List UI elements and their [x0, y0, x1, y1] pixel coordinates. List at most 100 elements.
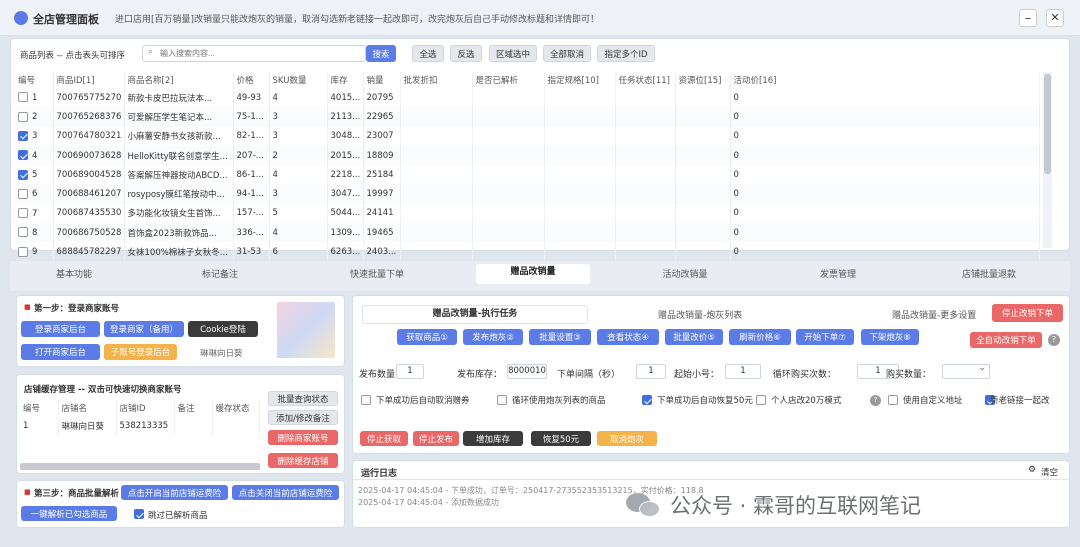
bottom-action-button[interactable]: 恢复50元: [531, 431, 591, 446]
select-all-button[interactable]: 全选: [412, 45, 444, 62]
field-input[interactable]: 8000010: [507, 364, 547, 379]
open-backend-button[interactable]: 打开商家后台: [21, 344, 100, 360]
parse-checked-button[interactable]: 一键解析已勾选商品: [21, 506, 117, 521]
field-input[interactable]: 1: [396, 364, 424, 379]
row-checkbox[interactable]: [18, 150, 28, 161]
bottom-action-button[interactable]: 增加库存: [463, 431, 523, 446]
table-row[interactable]: 1 700765775270 新款卡皮巴拉玩法本... 49-93 4 4015... 20…: [15, 88, 1040, 108]
search-input[interactable]: [160, 47, 360, 60]
field-input[interactable]: ⌄: [942, 363, 990, 379]
edit-note-button[interactable]: 添加/修改备注: [268, 410, 338, 425]
login-backup-button[interactable]: 登录商家（备用）: [104, 321, 184, 337]
delete-account-button[interactable]: 删除商家账号: [268, 430, 338, 445]
row-checkbox[interactable]: [18, 246, 28, 257]
row-checkbox[interactable]: [18, 227, 28, 238]
cookie-login-button[interactable]: Cookie登陆: [188, 321, 258, 337]
invert-select-button[interactable]: 反选: [450, 45, 482, 62]
row-checkbox[interactable]: [18, 188, 28, 199]
row-checkbox[interactable]: [18, 208, 28, 219]
close-button[interactable]: ✕: [1046, 9, 1064, 27]
specify-ids-button[interactable]: 指定多个ID: [597, 45, 655, 62]
col-no[interactable]: 编号: [15, 72, 54, 88]
subtab-more-settings[interactable]: 赠品改销量-更多设置: [892, 308, 976, 321]
enable-insurance-button[interactable]: 点击开启当前店铺运费险: [121, 485, 228, 500]
table-row[interactable]: 8 700686750528 首饰盒2023新款饰品... 336-... 4 1309.…: [15, 223, 1040, 243]
tab-activity-sales[interactable]: 活动改销量: [630, 267, 740, 280]
option-checkbox[interactable]: [756, 395, 766, 405]
table-scrollbar[interactable]: [1043, 72, 1052, 248]
cache-row[interactable]: 1 琳琳向日葵 538213335: [20, 416, 260, 436]
table-header[interactable]: 编号 商品ID[1] 商品名称[2] 价格 SKU数量 库存 销量 批发折扣 是…: [15, 72, 1040, 88]
bottom-action-button[interactable]: 停止发布: [413, 431, 459, 446]
row-checkbox[interactable]: [18, 92, 28, 103]
col-spec[interactable]: 指定规格[10]: [544, 72, 616, 88]
row-checkbox[interactable]: [18, 130, 28, 141]
batch-query-button[interactable]: 批量查询状态: [268, 391, 338, 406]
bottom-action-button[interactable]: 停止获取: [360, 431, 408, 446]
disable-insurance-button[interactable]: 点击关闭当前店铺运费险: [232, 485, 339, 500]
action-button[interactable]: 查看状态④: [597, 329, 659, 345]
col-id[interactable]: 商品ID[1]: [53, 72, 125, 88]
range-select-button[interactable]: 区域选中: [489, 45, 537, 62]
search-box[interactable]: ⌕: [142, 45, 366, 62]
option-checkbox[interactable]: [361, 395, 371, 405]
scrollbar-thumb[interactable]: [1044, 74, 1051, 174]
col-promo-price[interactable]: 活动价[16]: [730, 72, 1040, 88]
option-checkbox[interactable]: [888, 395, 898, 405]
col-sales[interactable]: 销量: [363, 72, 401, 88]
clear-log-button[interactable]: 清空: [1041, 466, 1058, 478]
col-task-status[interactable]: 任务状态[11]: [615, 72, 676, 88]
delete-cache-button[interactable]: 删除缓存店铺: [268, 453, 338, 468]
subtab-execute[interactable]: 赠品改销量-执行任务: [362, 305, 588, 324]
option-help-icon[interactable]: ?: [870, 395, 881, 406]
table-row[interactable]: 2 700765268376 可爱解压学生笔记本... 75-1... 3 2113...…: [15, 107, 1040, 127]
table-row[interactable]: 4 700690073628 HelloKitty联名创意学生... 207-... 2…: [15, 145, 1040, 166]
col-name[interactable]: 商品名称[2]: [124, 72, 234, 88]
col-sku[interactable]: SKU数量: [269, 72, 328, 88]
cache-scrollbar[interactable]: [20, 463, 260, 470]
action-button[interactable]: 发布炮灰②: [463, 329, 523, 345]
col-stock[interactable]: 库存: [327, 72, 364, 88]
tab-gift-sales[interactable]: 赠品改销量: [476, 264, 590, 284]
action-button[interactable]: 批量设置③: [529, 329, 591, 345]
table-row[interactable]: 5 700689004528 答案解压神器按动ABCD... 86-1... 4 2218…: [15, 165, 1040, 185]
table-row[interactable]: 7 700687435530 多功能化妆镜女生首饰... 157-... 5 5044..…: [15, 203, 1040, 224]
action-button[interactable]: 下架炮灰⑧: [861, 329, 919, 345]
cache-col-id[interactable]: 店铺ID: [116, 400, 175, 416]
action-button[interactable]: 刷新价格⑥: [729, 329, 791, 345]
tab-invoice[interactable]: 发票管理: [783, 267, 893, 280]
stop-order-button[interactable]: 停止改销下单: [992, 304, 1063, 322]
option-checkbox[interactable]: [642, 395, 652, 405]
tab-refund[interactable]: 店铺批量退款: [934, 267, 1044, 280]
login-backend-button[interactable]: 登录商家后台: [21, 321, 100, 337]
clear-log-icon[interactable]: ⚙: [1028, 465, 1036, 475]
option-checkbox[interactable]: [497, 395, 507, 405]
action-button[interactable]: 开始下单⑦: [796, 329, 854, 345]
search-button[interactable]: 搜索: [366, 45, 396, 62]
subtab-cannon-list[interactable]: 赠品改销量-炮灰列表: [658, 308, 742, 321]
skip-parsed-checkbox[interactable]: [134, 509, 144, 519]
field-input[interactable]: 1: [636, 364, 666, 379]
tab-basic[interactable]: 基本功能: [20, 267, 128, 280]
table-row[interactable]: 3 700764780321 小麻薯安静书女孩新款... 82-1... 3 3048..…: [15, 126, 1040, 146]
table-row[interactable]: 9 688845782297 女袜100%棉袜子女秋冬... 31-53 6 6263..…: [15, 242, 1040, 262]
table-row[interactable]: 6 700688461207 rosyposy膜红笔按动中... 94-1... 3 30…: [15, 184, 1040, 204]
col-resource[interactable]: 资源位[15]: [675, 72, 731, 88]
tab-remark[interactable]: 标记备注: [165, 267, 275, 280]
auto-order-button[interactable]: 全自动改销下单: [970, 332, 1042, 348]
sub-account-login-button[interactable]: 子账号登录后台: [104, 344, 177, 360]
bottom-action-button[interactable]: 取消炮灰: [597, 431, 657, 446]
cache-col-note[interactable]: 备注: [174, 400, 213, 416]
row-checkbox[interactable]: [18, 111, 28, 122]
cancel-all-button[interactable]: 全部取消: [543, 45, 591, 62]
help-icon[interactable]: ?: [1048, 334, 1060, 346]
cache-col-status[interactable]: 缓存状态: [212, 400, 260, 416]
tab-quick-order[interactable]: 快速批量下单: [317, 267, 437, 280]
field-input[interactable]: 1: [725, 364, 761, 379]
col-parsed[interactable]: 是否已解析: [472, 72, 545, 88]
minimize-button[interactable]: –: [1019, 9, 1037, 27]
cache-col-no[interactable]: 编号: [20, 400, 59, 416]
action-button[interactable]: 批量改价⑤: [665, 329, 723, 345]
col-discount[interactable]: 批发折扣: [400, 72, 473, 88]
action-button[interactable]: 获取商品①: [397, 329, 457, 345]
